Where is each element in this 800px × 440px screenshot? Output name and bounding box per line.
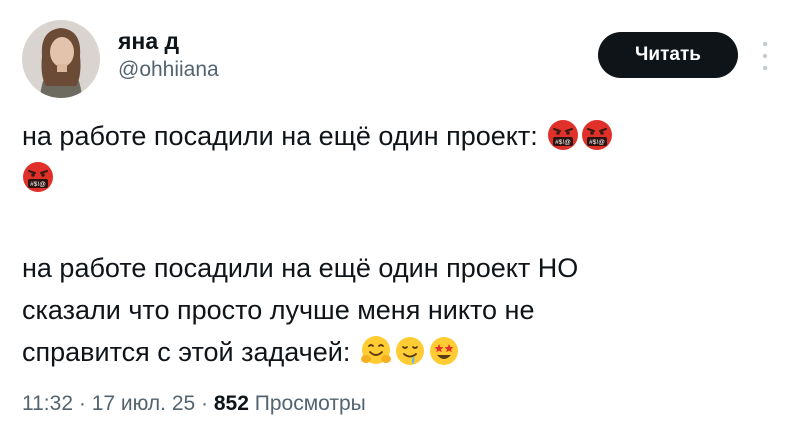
- star-struck-icon: [428, 335, 460, 379]
- tweet-line: сказали что просто лучше меня никто не: [22, 295, 535, 325]
- tweet-paragraph-1-cont: #$!@: [22, 157, 54, 205]
- face-with-symbols-on-mouth-icon: #$!@: [581, 119, 613, 163]
- follow-button[interactable]: Читать: [598, 32, 738, 78]
- tweet-meta: 11:32 · 17 июл. 25 · 852 Просмотры: [22, 392, 366, 416]
- hugging-face-icon: [360, 335, 392, 379]
- svg-text:#$!@: #$!@: [30, 181, 46, 188]
- tweet-paragraph-2-last: справится с этой задачей:: [22, 331, 460, 379]
- separator: ·: [78, 392, 86, 415]
- separator: ·: [201, 392, 209, 415]
- drooling-face-icon: [394, 335, 426, 379]
- tweet-paragraph-1: на работе посадили на ещё один проект: #…: [22, 115, 613, 163]
- views-count: 852: [213, 392, 249, 415]
- svg-text:#$!@: #$!@: [589, 139, 605, 146]
- tweet-line: справится с этой задачей:: [22, 337, 351, 367]
- views-label[interactable]: Просмотры: [255, 392, 366, 415]
- author-avatar[interactable]: [22, 20, 100, 98]
- svg-text:#$!@: #$!@: [555, 139, 571, 146]
- author-display-name[interactable]: яна д: [118, 28, 179, 55]
- face-with-symbols-on-mouth-icon: #$!@: [547, 119, 579, 163]
- author-handle[interactable]: @ohhiiana: [118, 58, 219, 82]
- tweet-line: на работе посадили на ещё один проект НО: [22, 253, 579, 283]
- tweet-date[interactable]: 17 июл. 25: [92, 392, 196, 415]
- tweet-line: на работе посадили на ещё один проект:: [22, 121, 538, 151]
- more-vertical-icon[interactable]: [758, 38, 772, 74]
- tweet-time[interactable]: 11:32: [22, 392, 73, 415]
- face-with-symbols-on-mouth-icon: #$!@: [22, 161, 54, 205]
